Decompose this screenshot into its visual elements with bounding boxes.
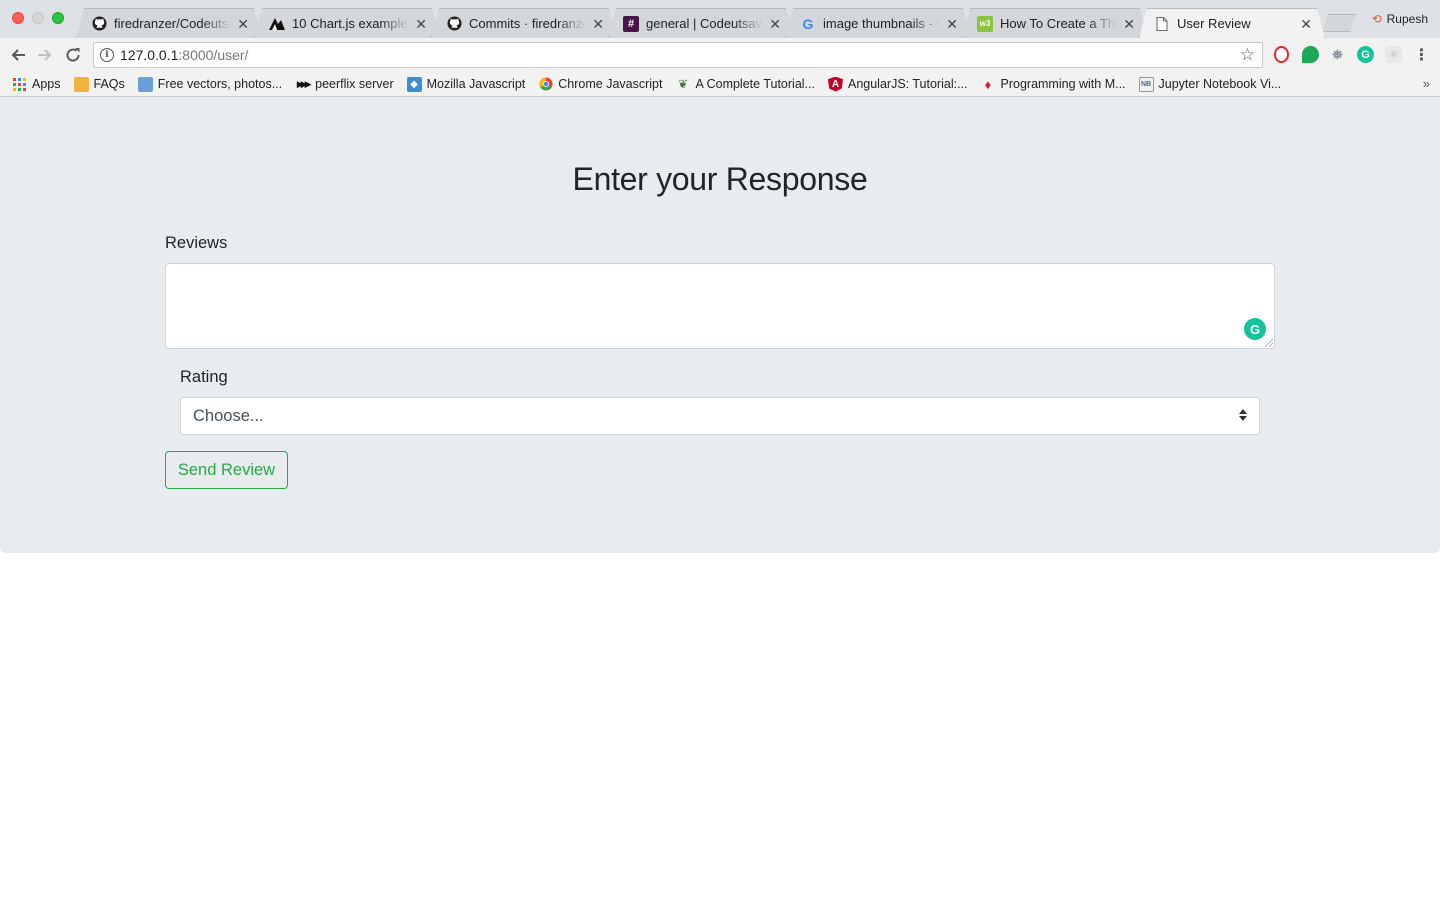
bookmark-label: Jupyter Notebook Vi... [1158,77,1282,91]
info-icon[interactable]: i [100,48,114,62]
bookmark-label: AngularJS: Tutorial:... [847,77,968,91]
url-host: 127.0.0.1 [120,47,179,63]
tab-user-review[interactable]: User Review ✕ [1139,8,1325,38]
react-devtools-icon[interactable]: ⚛ [1385,46,1402,63]
close-window-button[interactable] [12,12,24,24]
tab-title: image thumbnails - Google [823,16,941,31]
page-title: Enter your Response [572,161,868,197]
new-tab-button[interactable] [1322,14,1356,32]
close-icon[interactable]: ✕ [769,17,781,31]
github-icon [446,16,462,32]
resize-handle-icon[interactable] [1265,339,1273,347]
browser-toolbar: i 127.0.0.1:8000/user/ ☆ ⛯ G ⚛ ⋮ [0,38,1440,72]
rating-label: Rating [180,368,228,386]
bookmark-jupyter[interactable]: NB Jupyter Notebook Vi... [1138,76,1282,92]
close-icon[interactable]: ✕ [592,17,604,31]
chat-extension-icon[interactable] [1302,46,1319,63]
bookmark-peerflix[interactable]: ▶▶▶ peerflix server [295,77,394,92]
tab-strip: firedranzer/Codeutsava ✕ 10 Chart.js exa… [0,0,1440,38]
bookmark-label: Mozilla Javascript [426,77,526,91]
tab-title: Commits · firedranzer [469,16,587,31]
profile-name: Rupesh [1386,12,1428,26]
review-form-container: Enter your Response Reviews G Rating Cho… [0,97,1440,553]
grammarly-icon[interactable]: G [1244,318,1266,340]
reviews-textarea[interactable]: G [165,263,1275,349]
grammarly-extension-icon[interactable]: G [1357,46,1374,63]
bookmark-mozilla[interactable]: ◆ Mozilla Javascript [406,76,526,92]
tab-github-commits[interactable]: Commits · firedranzer ✕ [431,8,617,38]
forward-arrow-icon [38,49,52,61]
tab-title: How To Create a Thumbnail [1000,16,1118,31]
freepik-icon [137,76,153,92]
close-icon[interactable]: ✕ [415,17,427,31]
apps-grid-icon [12,77,27,92]
ruby-icon: ♦ [984,76,992,92]
bookmark-label: Programming with M... [1000,77,1126,91]
satellite-extension-icon[interactable]: ⛯ [1329,46,1346,63]
rating-selected-value: Choose... [193,406,264,425]
tab-title: User Review [1177,16,1251,31]
w3schools-icon: w3 [977,16,993,32]
reload-icon [66,48,80,62]
bookmark-label: Chrome Javascript [558,77,663,91]
page-content: Enter your Response Reviews G Rating Cho… [0,97,1440,900]
tab-w3schools[interactable]: w3 How To Create a Thumbnail ✕ [962,8,1148,38]
bookmark-complete-tutorial[interactable]: ❦ A Complete Tutorial... [675,77,815,92]
bookmark-chrome[interactable]: Chrome Javascript [538,77,662,92]
bookmark-freepik[interactable]: Free vectors, photos... [137,76,283,92]
zoom-window-button[interactable] [52,12,64,24]
rating-select[interactable]: Choose... [180,397,1260,435]
close-icon[interactable]: ✕ [946,17,958,31]
mozilla-icon: ◆ [406,76,422,92]
slack-hash-icon: # [623,16,639,32]
bookmark-programming[interactable]: ♦ Programming with M... [981,77,1126,92]
bookmark-label: Free vectors, photos... [157,77,283,91]
box-icon [73,76,89,92]
reload-button[interactable] [61,43,85,67]
address-bar[interactable]: i 127.0.0.1:8000/user/ ☆ [93,42,1263,68]
tab-google-search[interactable]: G image thumbnails - Google ✕ [785,8,971,38]
menu-kebab-icon[interactable]: ⋮ [1413,46,1430,64]
bookmark-faqs[interactable]: FAQs [73,76,125,92]
bookmark-label: FAQs [93,77,125,91]
url-path: :8000/user/ [178,47,249,63]
close-icon[interactable]: ✕ [1300,17,1312,31]
google-icon: G [802,15,814,32]
nb-icon: NB [1138,76,1154,92]
bookmark-label: A Complete Tutorial... [695,77,815,91]
bookmark-star-icon[interactable]: ☆ [1240,45,1255,65]
reviews-label: Reviews [165,234,228,252]
tab-chartjs[interactable]: 10 Chart.js example of ✕ [254,8,440,38]
back-button[interactable] [6,43,30,67]
tab-title: general | Codeutsava [646,16,764,31]
close-icon[interactable]: ✕ [237,17,249,31]
leaf-icon: ❦ [677,77,688,91]
back-arrow-icon [11,49,25,61]
close-icon[interactable]: ✕ [1123,17,1135,31]
select-caret-icon [1239,409,1247,421]
profile-sync-icon: ⟲ [1371,12,1382,26]
tab-title: 10 Chart.js example of [292,16,410,31]
fast-forward-icon: ▶▶▶ [296,78,312,89]
page-icon [1154,16,1170,32]
profile-button[interactable]: ⟲ Rupesh [1372,12,1428,26]
minimize-window-button[interactable] [32,12,44,24]
forward-button[interactable] [33,43,57,67]
bookmarks-bar: Apps FAQs Free vectors, photos... ▶▶▶ pe… [0,72,1440,97]
tab-title: firedranzer/Codeutsava [114,16,232,31]
chrome-icon [538,77,553,92]
bookmark-label: Apps [32,77,61,91]
bookmarks-overflow-icon[interactable]: » [1423,76,1430,91]
tab-slack-general[interactable]: # general | Codeutsava ✕ [608,8,794,38]
github-icon [91,16,107,32]
chartjs-site-icon [269,16,285,32]
tab-github-codeutsava[interactable]: firedranzer/Codeutsava ✕ [76,8,262,38]
send-review-button[interactable]: Send Review [165,451,288,489]
bookmark-angularjs[interactable]: A AngularJS: Tutorial:... [827,76,968,92]
bookmark-label: peerflix server [315,77,394,91]
bookmark-apps[interactable]: Apps [12,77,61,92]
angular-icon: A [827,76,843,92]
opera-icon[interactable] [1274,46,1289,63]
